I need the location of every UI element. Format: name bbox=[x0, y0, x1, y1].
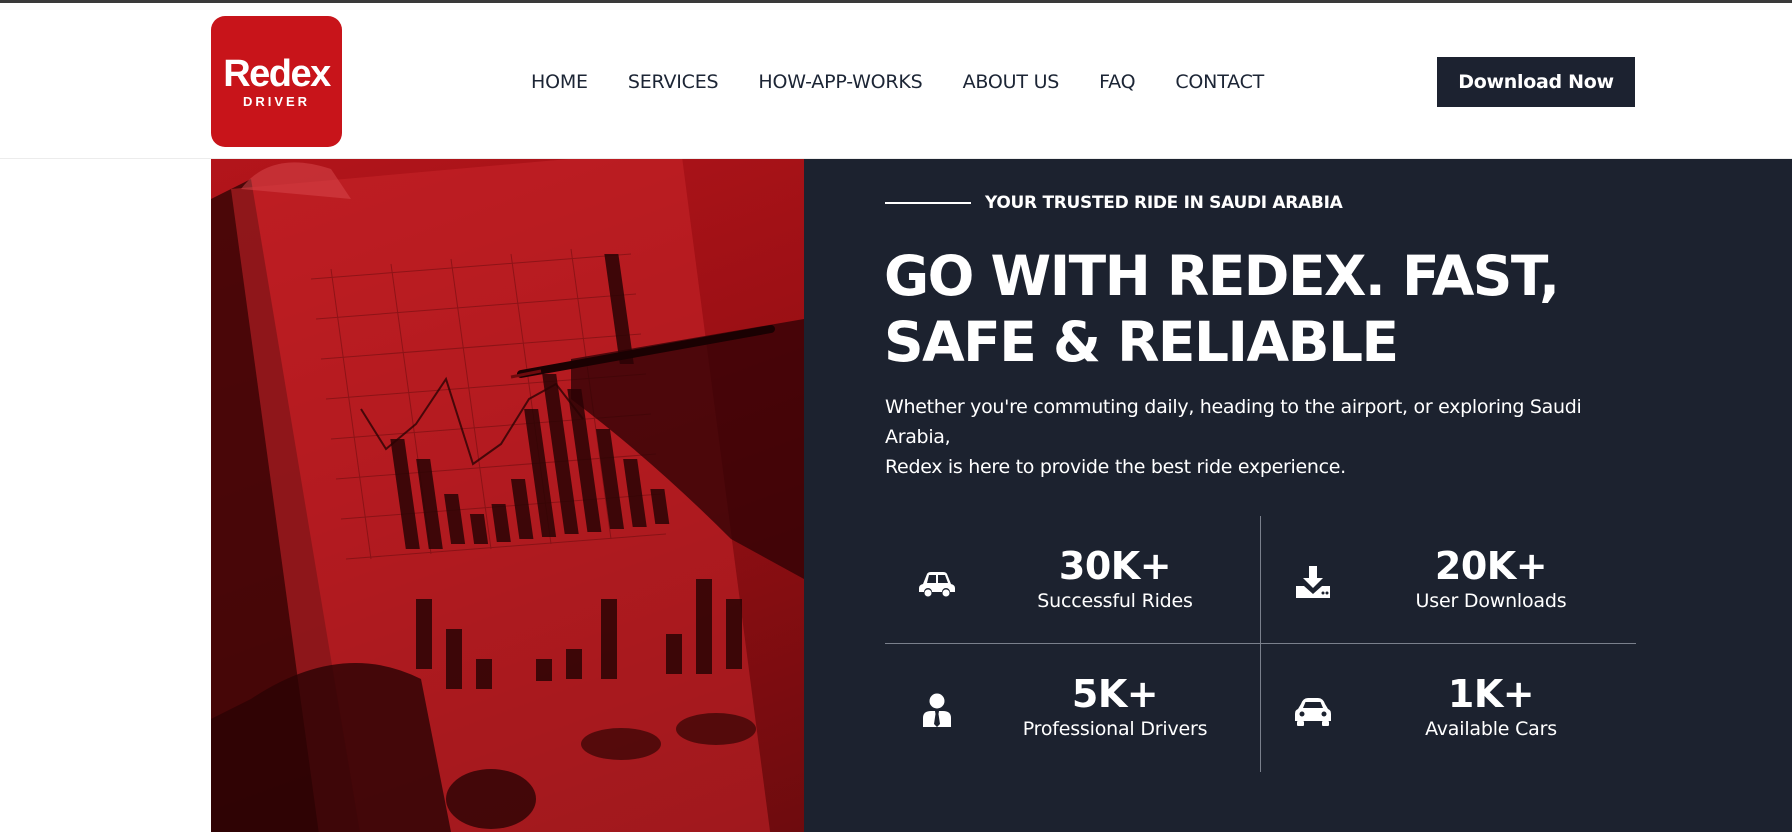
nav-about-us[interactable]: ABOUT US bbox=[963, 67, 1060, 97]
hero-section: YOUR TRUSTED RIDE IN SAUDI ARABIA GO WIT… bbox=[804, 159, 1792, 832]
redex-logo[interactable]: Redex DRIVER bbox=[211, 16, 342, 147]
hero-description-line-2: Redex is here to provide the best ride e… bbox=[885, 456, 1346, 478]
stat-value: 20K+ bbox=[1434, 544, 1548, 588]
stat-successful-rides: 30K+ Successful Rides bbox=[885, 516, 1260, 643]
nav-services[interactable]: SERVICES bbox=[628, 67, 719, 97]
driver-icon bbox=[917, 692, 957, 728]
car-side-icon bbox=[917, 564, 957, 600]
hero-title: GO WITH REDEX. FAST, SAFE & RELIABLE bbox=[884, 243, 1644, 375]
site-header: Redex DRIVER HOME SERVICES HOW-APP-WORKS… bbox=[0, 3, 1792, 159]
hero-title-line-2: SAFE & RELIABLE bbox=[884, 310, 1399, 374]
main-nav: HOME SERVICES HOW-APP-WORKS ABOUT US FAQ… bbox=[531, 67, 1264, 97]
nav-how-app-works[interactable]: HOW-APP-WORKS bbox=[758, 67, 922, 97]
logo-subtitle: DRIVER bbox=[242, 94, 311, 109]
stat-available-cars: 1K+ Available Cars bbox=[1261, 644, 1636, 771]
eyebrow-line bbox=[885, 202, 971, 204]
stat-label: Available Cars bbox=[1425, 718, 1557, 740]
stat-value: 5K+ bbox=[1071, 672, 1159, 716]
hero-description: Whether you're commuting daily, heading … bbox=[885, 392, 1645, 482]
hero-eyebrow: YOUR TRUSTED RIDE IN SAUDI ARABIA bbox=[885, 193, 1343, 213]
hero-title-line-1: GO WITH REDEX. FAST, bbox=[884, 244, 1560, 308]
car-front-icon bbox=[1293, 692, 1333, 728]
stat-professional-drivers: 5K+ Professional Drivers bbox=[885, 644, 1260, 771]
download-icon bbox=[1293, 564, 1333, 600]
hero-image bbox=[211, 159, 804, 832]
nav-home[interactable]: HOME bbox=[531, 67, 588, 97]
stat-label: Successful Rides bbox=[1037, 590, 1193, 612]
stat-user-downloads: 20K+ User Downloads bbox=[1261, 516, 1636, 643]
stat-value: 30K+ bbox=[1058, 544, 1172, 588]
business-chart-photo bbox=[211, 159, 804, 832]
stat-label: User Downloads bbox=[1415, 590, 1567, 612]
stat-value: 1K+ bbox=[1447, 672, 1535, 716]
stat-label: Professional Drivers bbox=[1022, 718, 1208, 740]
eyebrow-text: YOUR TRUSTED RIDE IN SAUDI ARABIA bbox=[985, 193, 1343, 213]
nav-faq[interactable]: FAQ bbox=[1099, 67, 1135, 97]
download-now-button[interactable]: Download Now bbox=[1437, 57, 1635, 107]
logo-word: Redex bbox=[223, 53, 331, 95]
stats-grid: 30K+ Successful Rides 20K+ User Download… bbox=[885, 516, 1636, 772]
hero-description-line-1: Whether you're commuting daily, heading … bbox=[885, 396, 1582, 448]
nav-contact[interactable]: CONTACT bbox=[1175, 67, 1264, 97]
